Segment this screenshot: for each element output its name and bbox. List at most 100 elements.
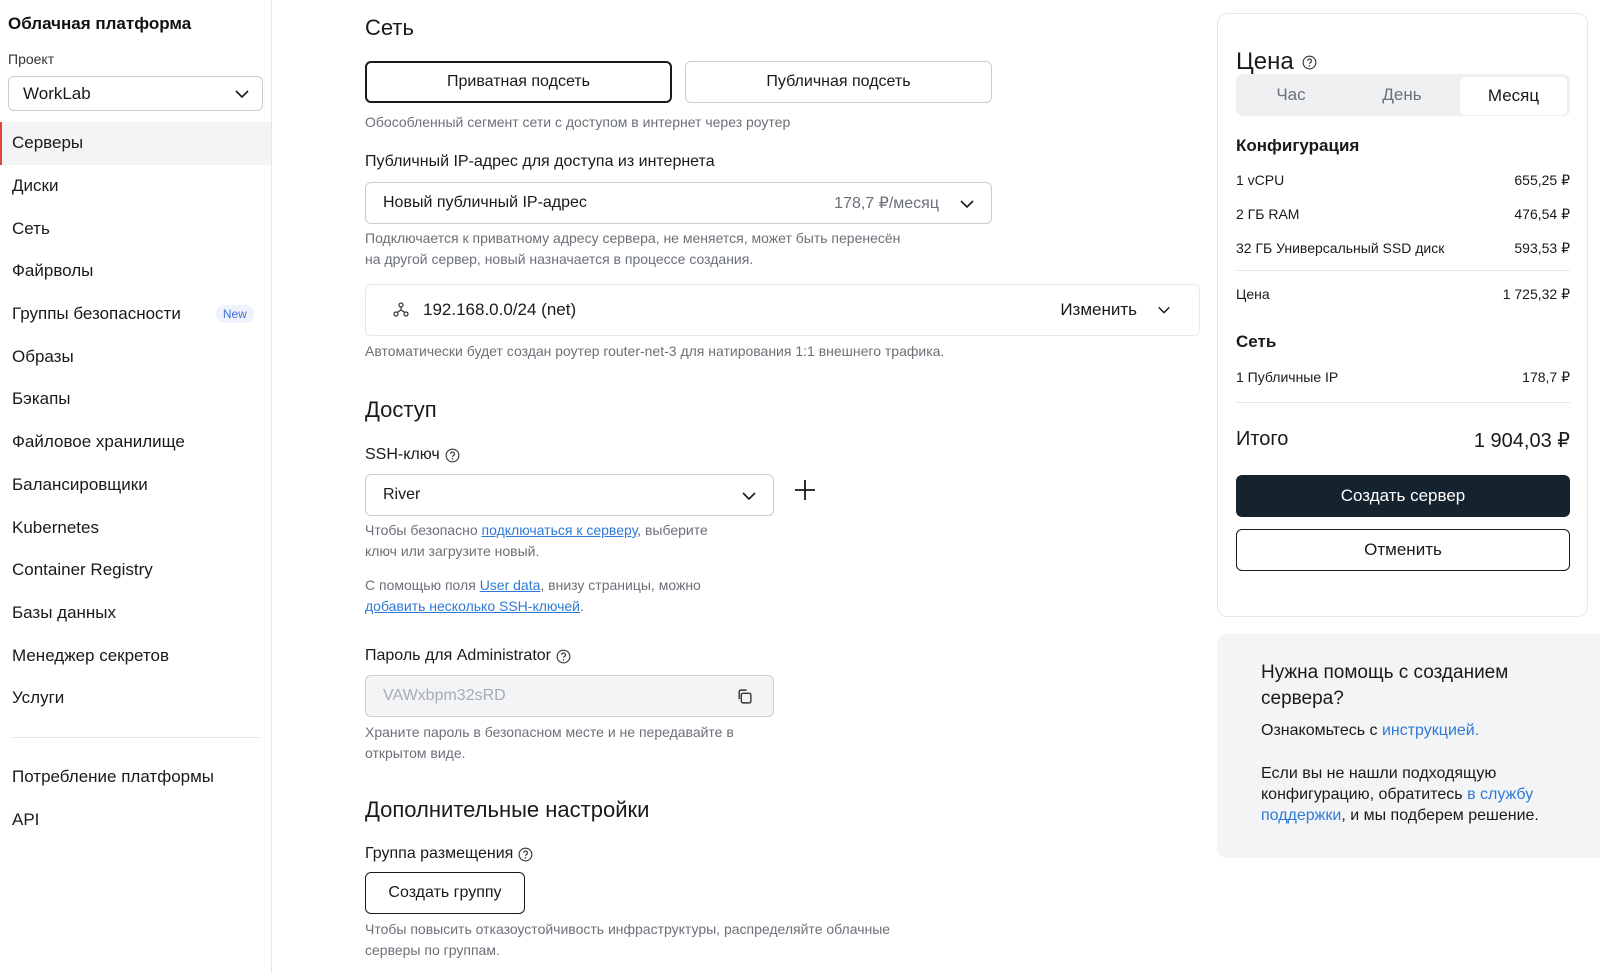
- private-subnet-button[interactable]: Приватная подсеть: [365, 61, 672, 103]
- ssh-key-select[interactable]: River: [365, 474, 774, 516]
- sidebar-item-label: Сеть: [12, 218, 50, 238]
- network-topology-icon: [393, 302, 409, 317]
- chevron-down-icon: [960, 200, 974, 209]
- help-icon[interactable]: [1302, 55, 1317, 70]
- user-data-hint: С помощью поля User data, внизу страницы…: [365, 577, 701, 614]
- connect-to-server-link[interactable]: подключаться к серверу: [482, 522, 638, 538]
- subnet-hint: Обособленный сегмент сети с доступом в и…: [365, 114, 791, 130]
- sidebar-item-container-registry[interactable]: Container Registry: [0, 549, 271, 592]
- sidebar-title: Облачная платформа: [8, 14, 192, 33]
- sidebar-item-disks[interactable]: Диски: [0, 165, 271, 208]
- sidebar-item-label: Container Registry: [12, 560, 153, 580]
- price-card: Цена Час День Месяц Конфигурация 1 vCPU 6…: [1217, 13, 1588, 617]
- price-row: 1 Публичные IP 178,7 ₽: [1236, 369, 1570, 385]
- configuration-title: Конфигурация: [1236, 136, 1360, 155]
- sidebar-item-databases[interactable]: Базы данных: [0, 592, 271, 635]
- placement-group-hint: Чтобы повысить отказоустойчивость инфрас…: [365, 921, 891, 958]
- sidebar-item-label: API: [12, 810, 40, 830]
- price-row: 2 ГБ RAM 476,54 ₽: [1236, 206, 1570, 222]
- sidebar-item-label: Файловое хранилище: [12, 432, 185, 452]
- sidebar-item-network[interactable]: Сеть: [0, 207, 271, 250]
- password-label: Пароль для Administrator: [365, 647, 571, 665]
- ssh-key-hint: Чтобы безопасно подключаться к серверу, …: [365, 522, 708, 559]
- add-ssh-key-button[interactable]: [793, 478, 817, 508]
- create-group-button[interactable]: Создать группу: [365, 872, 525, 914]
- password-field[interactable]: VAWxbpm32sRD: [365, 675, 774, 717]
- sidebar-item-firewalls[interactable]: Файрволы: [0, 250, 271, 293]
- chevron-down-icon: [742, 492, 756, 501]
- public-ip-select[interactable]: Новый публичный IP-адрес 178,7 ₽/месяц: [365, 182, 992, 224]
- sidebar-item-label: Образы: [12, 346, 74, 366]
- sidebar-item-label: Базы данных: [12, 602, 117, 622]
- access-section-title: Доступ: [365, 397, 437, 422]
- tab-hour[interactable]: Час: [1236, 74, 1346, 116]
- password-hint: Храните пароль в безопасном месте и не п…: [365, 724, 734, 761]
- sidebar-item-backups[interactable]: Бэкапы: [0, 378, 271, 421]
- tab-day[interactable]: День: [1346, 74, 1458, 116]
- help-icon[interactable]: [556, 649, 571, 664]
- sidebar-item-label: Файрволы: [12, 261, 94, 281]
- public-ip-label: Публичный IP-адрес для доступа из интерн…: [365, 153, 715, 170]
- sidebar-item-label: Балансировщики: [12, 474, 148, 494]
- advanced-section-title: Дополнительные настройки: [365, 797, 650, 822]
- public-ip-price: 178,7 ₽/месяц: [834, 195, 939, 212]
- sidebar-divider: [12, 737, 260, 738]
- instructions-link[interactable]: инструкцией.: [1382, 722, 1479, 739]
- divider: [1236, 270, 1570, 271]
- sidebar-item-file-storage[interactable]: Файловое хранилище: [0, 421, 271, 464]
- sidebar-nav-secondary: Потребление платформы API: [0, 756, 271, 841]
- price-title: Цена: [1236, 48, 1317, 76]
- add-multiple-ssh-keys-link[interactable]: добавить несколько SSH-ключей: [365, 598, 580, 614]
- change-network-button[interactable]: Изменить: [1060, 300, 1137, 320]
- help-instructions-text: Ознакомьтесь с инструкцией.: [1261, 722, 1480, 739]
- sidebar-item-load-balancers[interactable]: Балансировщики: [0, 464, 271, 507]
- public-subnet-button[interactable]: Публичная подсеть: [685, 61, 992, 103]
- new-badge: New: [215, 305, 254, 324]
- sidebar-item-label: Потребление платформы: [12, 767, 215, 787]
- help-icon[interactable]: [518, 847, 533, 862]
- sidebar-item-services[interactable]: Услуги: [0, 677, 271, 720]
- help-card: Нужна помощь с созданием сервера? Ознако…: [1217, 634, 1600, 858]
- sidebar-item-secrets-manager[interactable]: Менеджер секретов: [0, 634, 271, 677]
- project-label: Проект: [8, 51, 55, 67]
- network-price-title: Сеть: [1236, 332, 1277, 351]
- period-tabs: Час День Месяц: [1236, 74, 1570, 116]
- subtotal-row: Цена 1 725,32 ₽: [1236, 286, 1570, 302]
- sidebar-item-api[interactable]: API: [0, 799, 271, 842]
- sidebar-nav: Серверы Диски Сеть Файрволы Группы безоп…: [0, 122, 271, 720]
- ssh-key-select-value: River: [383, 486, 421, 503]
- password-value: VAWxbpm32sRD: [383, 687, 506, 704]
- private-network-value: 192.168.0.0/24 (net): [423, 300, 577, 319]
- sidebar-item-servers[interactable]: Серверы: [0, 122, 271, 165]
- sidebar-item-label: Услуги: [12, 688, 65, 708]
- user-data-link[interactable]: User data: [480, 577, 541, 593]
- sidebar-item-label: Серверы: [12, 133, 84, 153]
- price-row: 32 ГБ Универсальный SSD диск 593,53 ₽: [1236, 240, 1570, 256]
- cancel-button[interactable]: Отменить: [1236, 529, 1570, 571]
- sidebar-item-kubernetes[interactable]: Kubernetes: [0, 506, 271, 549]
- price-row: 1 vCPU 655,25 ₽: [1236, 172, 1570, 188]
- create-server-button[interactable]: Создать сервер: [1236, 475, 1570, 517]
- sidebar-item-label: Менеджер секретов: [12, 645, 170, 665]
- sidebar-item-security-groups[interactable]: Группы безопасности New: [0, 293, 271, 336]
- help-title: Нужна помощь с созданием сервера?: [1261, 662, 1509, 709]
- private-network-row[interactable]: 192.168.0.0/24 (net) Изменить: [365, 284, 1200, 336]
- sidebar-item-label: Группы безопасности: [12, 304, 181, 324]
- plus-icon: [795, 480, 815, 500]
- sidebar-item-label: Бэкапы: [12, 389, 71, 409]
- router-hint: Автоматически будет создан роутер router…: [365, 343, 945, 359]
- chevron-down-icon[interactable]: [1157, 303, 1171, 317]
- total-row: Итого 1 904,03 ₽: [1236, 428, 1570, 452]
- sidebar: Облачная платформа Проект WorkLab Сервер…: [0, 0, 272, 973]
- network-section-title: Сеть: [365, 15, 414, 40]
- help-support-text: Если вы не нашли подходящую конфигурацию…: [1261, 765, 1539, 824]
- sidebar-item-platform-usage[interactable]: Потребление платформы: [0, 756, 271, 799]
- public-ip-hint: Подключается к приватному адресу сервера…: [365, 230, 901, 267]
- chevron-down-icon: [235, 90, 249, 99]
- project-select[interactable]: WorkLab: [8, 76, 263, 111]
- tab-month[interactable]: Месяц: [1460, 77, 1567, 115]
- sidebar-item-label: Диски: [12, 176, 59, 196]
- copy-icon[interactable]: [736, 688, 753, 705]
- help-icon[interactable]: [445, 448, 460, 463]
- sidebar-item-images[interactable]: Образы: [0, 335, 271, 378]
